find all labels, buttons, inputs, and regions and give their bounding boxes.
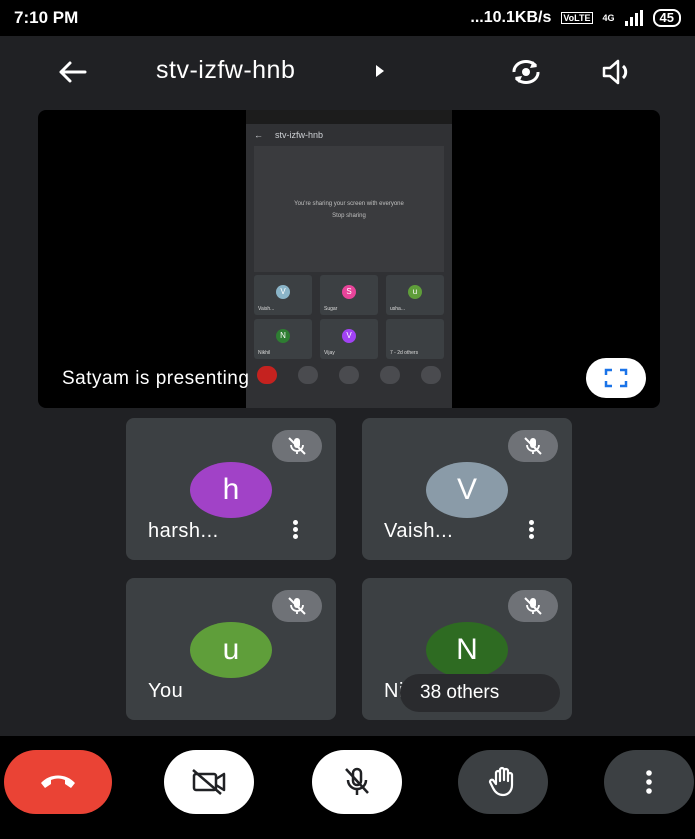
preview-avatar: u [408,285,422,299]
mic-off-icon [524,437,542,455]
preview-name: Vaish... [258,306,275,312]
preview-tile: S Sugar [320,275,378,315]
more-options-button[interactable] [604,750,694,814]
mic-off-badge [272,590,322,622]
switch-camera-icon [512,60,540,84]
battery-icon: 45 [652,9,681,27]
camera-toggle-button[interactable] [164,750,254,814]
avatar: u [190,622,272,678]
mic-off-icon [345,767,369,795]
participant-tile[interactable]: V Vaish... [362,418,572,560]
status-time: 7:10 PM [14,8,79,27]
switch-camera-button[interactable] [506,54,546,90]
raise-hand-button[interactable] [458,750,548,814]
speaker-button[interactable] [598,54,638,90]
mic-toggle-button[interactable] [312,750,402,814]
preview-stop-sharing: Stop sharing [332,213,366,219]
preview-avatar: V [276,285,290,299]
mic-off-icon [288,437,306,455]
more-vert-icon[interactable] [524,518,538,544]
preview-avatar: V [342,329,356,343]
hand-icon [488,766,514,797]
preview-back-icon: ← [254,130,263,140]
end-call-button[interactable] [4,750,112,814]
preview-avatar: S [342,285,356,299]
meeting-header: stv-izfw-hnb [0,36,695,108]
participant-name: harsh... [148,520,219,542]
more-vert-icon[interactable] [288,518,302,544]
camera-off-icon [192,769,226,795]
preview-avatar: N [276,329,290,343]
preview-controls [246,364,452,386]
more-vert-icon [646,770,652,794]
preview-sharing-panel: You're sharing your screen with everyone… [254,146,444,272]
status-indicators: ...10.1KB/s VoLTE 4G 45 [470,9,681,27]
avatar: V [426,462,508,518]
avatar: N [426,622,508,678]
shared-screen-preview: ← stv-izfw-hnb You're sharing your scree… [246,110,452,408]
participant-name: Vaish... [384,520,454,542]
participant-name: You [148,680,184,702]
arrow-left-icon [59,61,87,83]
caret-right-icon[interactable] [376,65,384,77]
fullscreen-button[interactable] [586,358,646,398]
preview-tile: u usha... [386,275,444,315]
preview-name: Vijay [324,350,335,356]
presentation-view[interactable]: ← stv-izfw-hnb You're sharing your scree… [38,110,660,408]
preview-tile: V Vijay [320,319,378,359]
status-bar: 7:10 PM ...10.1KB/s VoLTE 4G 45 [0,0,695,36]
participant-tile[interactable]: N Nikhil 38 others [362,578,572,720]
volume-icon [602,59,628,85]
net-speed: ...10.1KB/s [470,9,552,26]
mic-off-icon [524,597,542,615]
preview-tile: V Vaish... [254,275,312,315]
participant-tile-self[interactable]: u You [126,578,336,720]
signal-icon [624,10,643,26]
meeting-title[interactable]: stv-izfw-hnb [156,56,295,85]
back-button[interactable] [52,54,92,90]
volte-icon: VoLTE [561,12,593,24]
preview-name: Sugar [324,306,338,312]
preview-title: stv-izfw-hnb [275,130,324,140]
preview-sharing-text: You're sharing your screen with everyone [294,201,404,207]
preview-tile: 7 - 2d others [386,319,444,359]
preview-name: usha... [390,306,406,312]
preview-name: Nikhil [258,350,271,356]
call-controls [0,736,695,839]
avatar: h [190,462,272,518]
mic-off-badge [508,590,558,622]
phone-hangup-icon [41,775,75,788]
others-chip[interactable]: 38 others [400,674,560,712]
mic-off-badge [508,430,558,462]
fullscreen-icon [604,368,628,388]
mic-off-badge [272,430,322,462]
mic-off-icon [288,597,306,615]
preview-tile: N Nikhil [254,319,312,359]
network-type: 4G [602,13,615,23]
participant-tile[interactable]: h harsh... [126,418,336,560]
preview-name: 7 - 2d others [390,350,419,356]
presenter-label: Satyam is presenting [62,368,250,389]
